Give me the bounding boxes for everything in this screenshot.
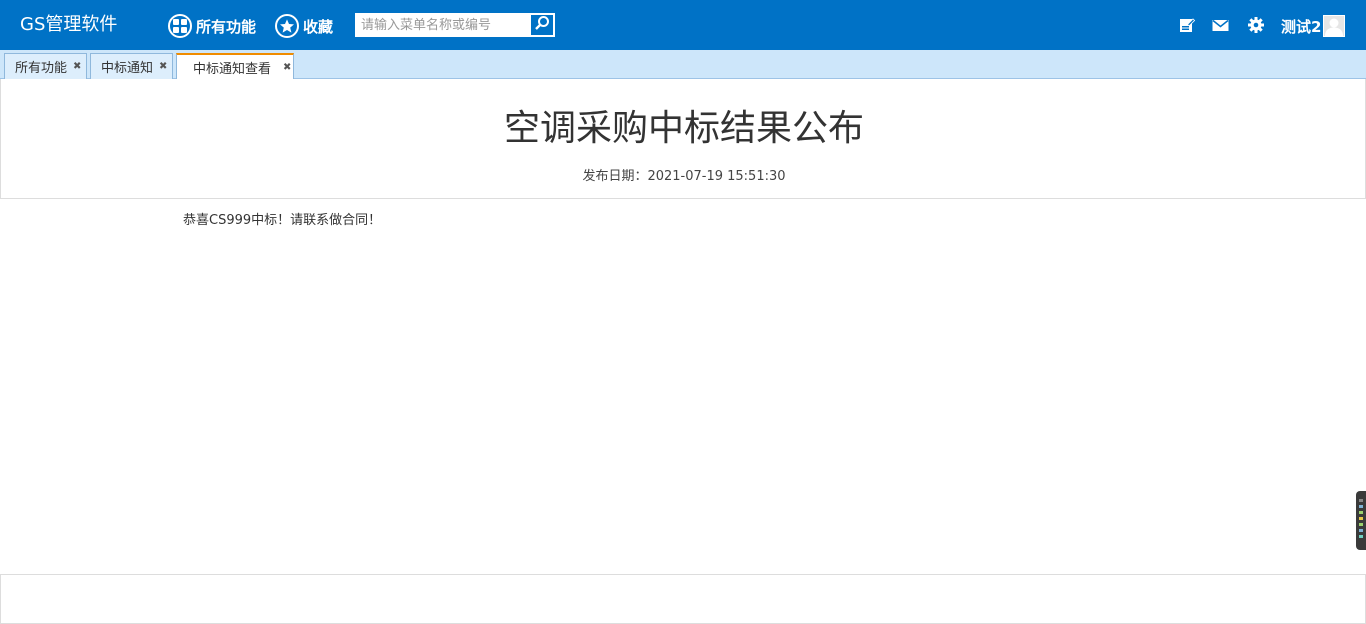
tab-label: 所有功能 — [15, 61, 68, 76]
search-button[interactable] — [530, 14, 554, 36]
document-body: 恭喜CS999中标！请联系做合同！ — [183, 213, 382, 228]
tab-label: 中标通知查看 — [193, 62, 272, 77]
top-bar: GS管理软件 所有功能 收藏 请输入菜单名称或编号 测试2 — [0, 0, 1366, 50]
tab-label: 中标通知 — [101, 61, 154, 76]
user-name[interactable]: 测试2 — [1281, 16, 1321, 37]
tab-bar: 所有功能 ✖ 中标通知 ✖ 中标通知查看 ✖ — [0, 50, 1366, 80]
tab-bid-notice-view[interactable]: 中标通知查看 ✖ — [176, 53, 294, 80]
favorites-label: 收藏 — [303, 17, 334, 36]
edit-icon[interactable] — [1179, 17, 1196, 33]
side-panel-handle[interactable] — [1356, 491, 1366, 550]
menu-search — [355, 13, 555, 37]
all-functions-label: 所有功能 — [196, 17, 257, 36]
star-icon — [275, 14, 299, 38]
mail-icon[interactable] — [1212, 17, 1229, 33]
app-title: GS管理软件 — [20, 14, 118, 35]
search-input[interactable] — [356, 14, 530, 36]
apps-grid-icon — [168, 14, 192, 38]
tab-bid-notice[interactable]: 中标通知 ✖ — [90, 53, 173, 79]
all-functions-button[interactable]: 所有功能 — [168, 13, 256, 39]
search-icon — [534, 15, 550, 35]
document-header: 空调采购中标结果公布 发布日期：2021-07-19 15:51:30 — [0, 79, 1366, 199]
close-icon[interactable]: ✖ — [159, 61, 167, 72]
favorites-button[interactable]: 收藏 — [275, 13, 333, 39]
gear-icon[interactable] — [1248, 17, 1264, 33]
user-avatar-icon[interactable] — [1323, 15, 1345, 37]
close-icon[interactable]: ✖ — [283, 62, 291, 73]
document-title: 空调采购中标结果公布 — [503, 108, 864, 149]
close-icon[interactable]: ✖ — [73, 61, 81, 72]
tab-all-functions[interactable]: 所有功能 ✖ — [4, 53, 87, 79]
publish-date: 发布日期：2021-07-19 15:51:30 — [582, 169, 786, 184]
footer-panel — [0, 574, 1366, 624]
